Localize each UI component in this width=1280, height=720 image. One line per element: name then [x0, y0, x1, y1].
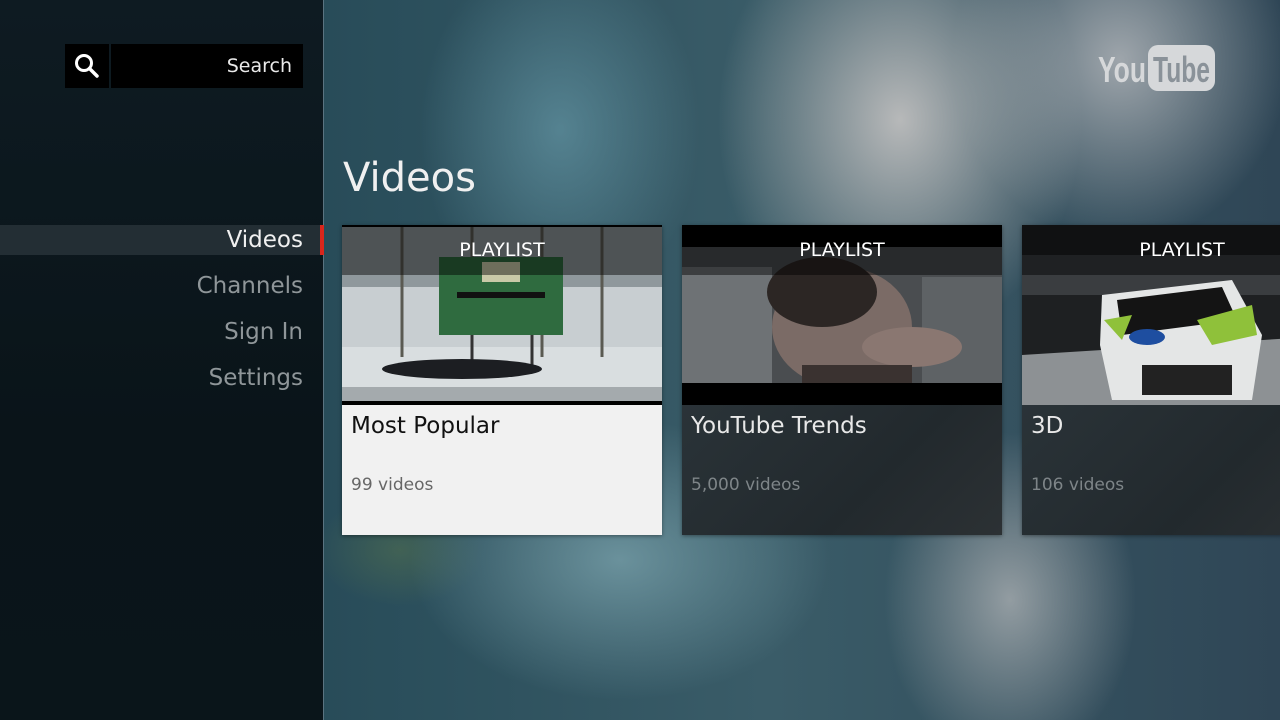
playlist-card-most-popular[interactable]: PLAYLIST Most Popular 99 videos [342, 225, 662, 535]
card-video-count: 99 videos [351, 475, 434, 495]
sidebar-item-sign-in[interactable]: Sign In [0, 317, 323, 347]
sidebar-item-settings[interactable]: Settings [0, 363, 323, 393]
sidebar-item-label: Videos [226, 227, 303, 253]
sidebar-item-label: Settings [208, 365, 303, 391]
card-thumbnail: PLAYLIST [342, 225, 662, 405]
search-icon [75, 54, 99, 78]
card-thumbnail: PLAYLIST [1022, 225, 1280, 405]
playlist-badge: PLAYLIST [682, 225, 1002, 275]
card-title: YouTube Trends [691, 413, 867, 439]
sidebar: Search Videos Channels Sign In Settings [0, 0, 324, 720]
card-thumbnail: PLAYLIST [682, 225, 1002, 405]
card-video-count: 106 videos [1031, 475, 1125, 495]
page-title: Videos [343, 155, 476, 201]
sidebar-item-label: Channels [196, 273, 303, 299]
sidebar-item-label: Sign In [224, 319, 303, 345]
playlist-badge: PLAYLIST [342, 225, 662, 275]
playlist-badge: PLAYLIST [1022, 225, 1280, 275]
logo-text-tube: Tube [1153, 49, 1210, 90]
card-title: 3D [1031, 413, 1064, 439]
playlist-card-3d[interactable]: PLAYLIST 3D 106 videos [1022, 225, 1280, 535]
logo-text-you: You [1098, 49, 1146, 90]
card-title: Most Popular [351, 413, 500, 439]
sidebar-nav: Videos Channels Sign In Settings [0, 225, 324, 409]
search-button[interactable] [65, 44, 109, 88]
card-video-count: 5,000 videos [691, 475, 801, 495]
playlist-card-youtube-trends[interactable]: PLAYLIST YouTube Trends 5,000 videos [682, 225, 1002, 535]
search-label: Search [226, 55, 292, 77]
sidebar-item-channels[interactable]: Channels [0, 271, 323, 301]
search-input[interactable]: Search [111, 44, 303, 88]
sidebar-item-videos[interactable]: Videos [0, 225, 324, 255]
youtube-logo: You Tube [1098, 44, 1216, 96]
